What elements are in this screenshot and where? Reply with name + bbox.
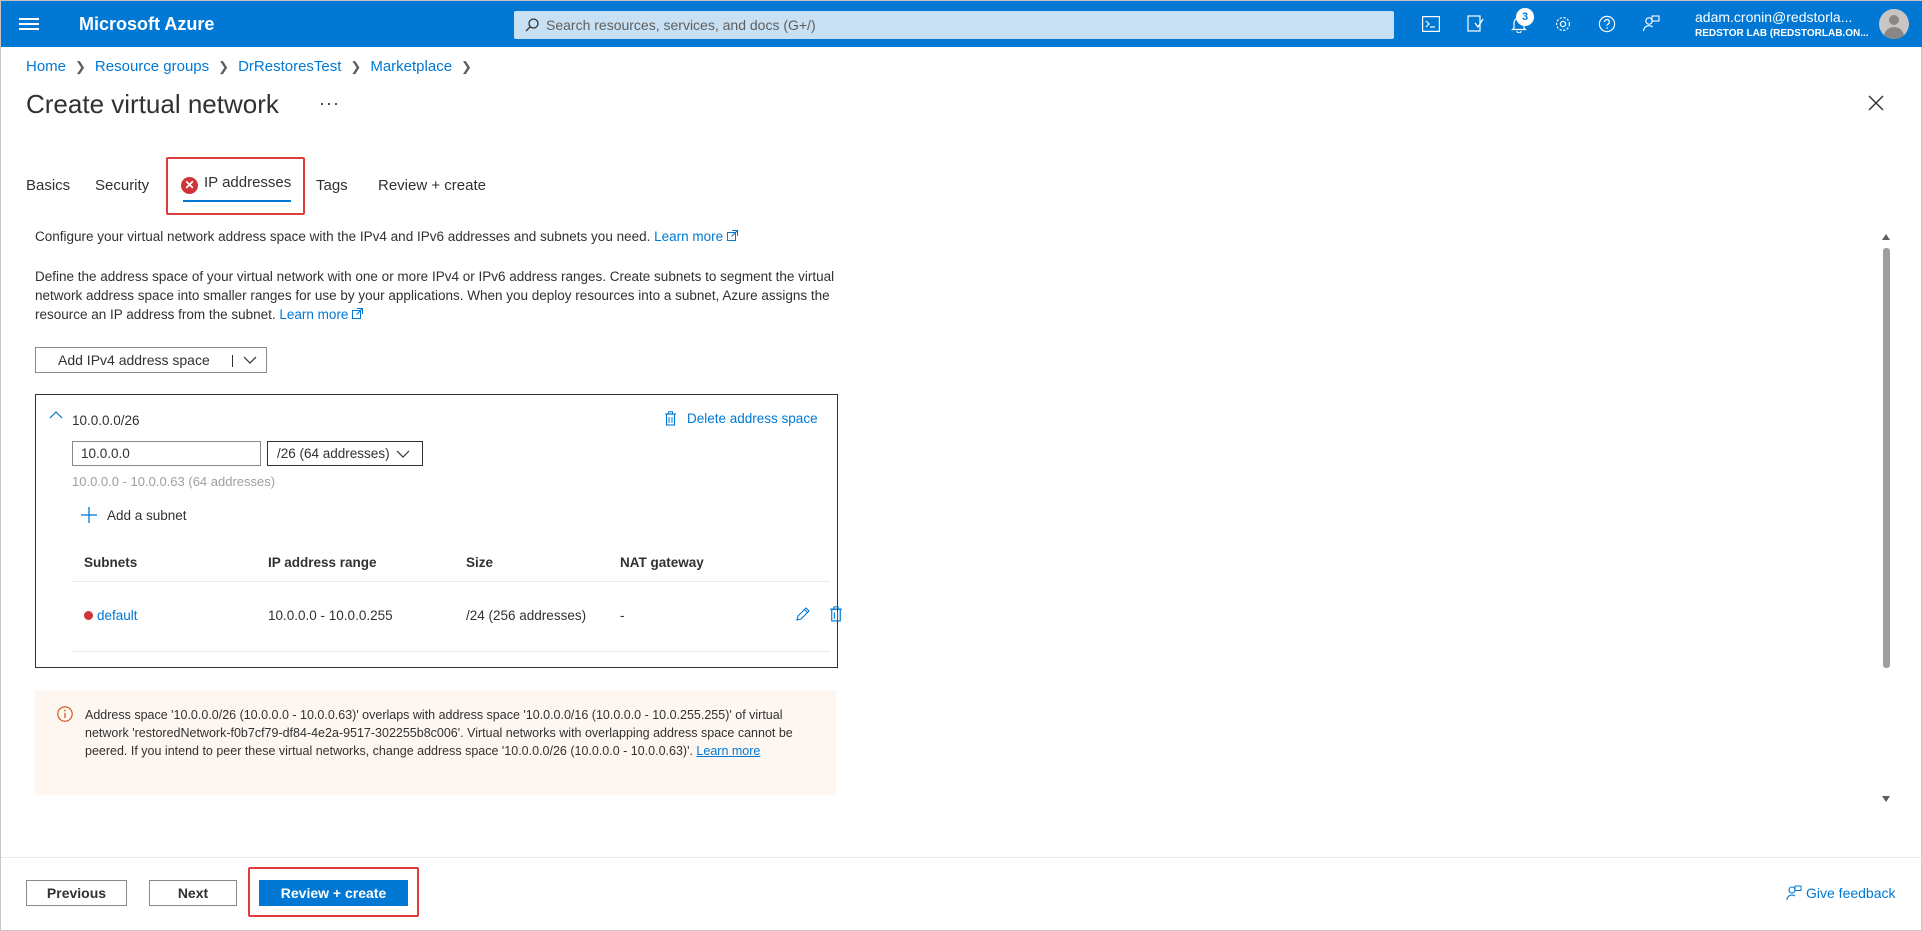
add-subnet-button[interactable]: Add a subnet: [81, 507, 187, 523]
add-ipv4-address-space-button[interactable]: Add IPv4 address space: [35, 347, 267, 373]
subnet-name-link[interactable]: default: [97, 608, 138, 623]
page-title: Create virtual network: [26, 89, 279, 119]
column-header-subnets: Subnets: [84, 555, 138, 570]
warning-text: Address space '10.0.0.0/26 (10.0.0.0 - 1…: [85, 706, 825, 760]
give-feedback-label: Give feedback: [1806, 885, 1896, 901]
intro-paragraph-text: Define the address space of your virtual…: [35, 269, 835, 322]
row-divider: [72, 651, 830, 652]
chevron-right-icon: ❯: [75, 58, 86, 74]
account-org: REDSTOR LAB (REDSTORLAB.ON...: [1695, 28, 1869, 39]
search-icon: [525, 18, 539, 32]
chevron-down-icon[interactable]: [243, 355, 257, 365]
settings-gear-icon[interactable]: [1551, 12, 1575, 36]
breadcrumb-resource-group[interactable]: DrRestoresTest: [238, 58, 341, 75]
info-icon: [57, 706, 73, 722]
help-icon[interactable]: [1595, 12, 1619, 36]
vertical-scrollbar-thumb[interactable]: [1883, 248, 1890, 668]
feedback-icon: [1786, 885, 1802, 901]
close-icon[interactable]: [1866, 93, 1886, 113]
address-space-title: 10.0.0.0/26: [72, 413, 140, 428]
chevron-down-icon: [396, 450, 410, 458]
cidr-size-select[interactable]: /26 (64 addresses): [267, 441, 423, 466]
trash-icon[interactable]: [828, 606, 844, 622]
add-subnet-label: Add a subnet: [107, 507, 187, 523]
intro-text: Configure your virtual network address s…: [35, 229, 651, 244]
more-options-icon[interactable]: ···: [319, 93, 340, 114]
error-icon: [84, 611, 93, 620]
edit-pencil-icon[interactable]: [795, 606, 811, 622]
header-divider: [72, 581, 830, 582]
scroll-up-arrow-icon[interactable]: [1881, 233, 1891, 241]
highlight-box-tab: [166, 157, 305, 215]
subnet-nat-cell: -: [620, 608, 625, 623]
breadcrumb: Home ❯ Resource groups ❯ DrRestoresTest …: [26, 58, 481, 75]
delete-address-space-label: Delete address space: [687, 411, 818, 426]
address-space-card: 10.0.0.0/26 Delete address space /26 (64…: [35, 394, 842, 668]
highlight-box-review: [248, 867, 419, 917]
cidr-size-value: /26 (64 addresses): [277, 446, 390, 461]
scroll-down-arrow-icon[interactable]: [1881, 795, 1891, 803]
external-link-icon: [352, 308, 364, 319]
column-header-ip-range: IP address range: [268, 555, 377, 570]
feedback-person-icon[interactable]: [1639, 12, 1663, 36]
chevron-right-icon: ❯: [350, 58, 362, 74]
intro-paragraph: Define the address space of your virtual…: [35, 267, 845, 324]
menu-icon[interactable]: [19, 15, 39, 33]
cloud-shell-icon[interactable]: [1419, 12, 1443, 36]
tab-security[interactable]: Security: [95, 177, 149, 194]
subnet-size-cell: /24 (256 addresses): [466, 608, 587, 623]
add-space-label: Add IPv4 address space: [58, 352, 210, 368]
learn-more-link[interactable]: Learn more: [654, 229, 739, 244]
split-divider: [232, 355, 233, 367]
breadcrumb-home[interactable]: Home: [26, 58, 66, 75]
breadcrumb-marketplace[interactable]: Marketplace: [370, 58, 452, 75]
warning-learn-more-link[interactable]: Learn more: [696, 744, 760, 758]
trash-icon: [665, 411, 676, 426]
previous-button[interactable]: Previous: [26, 880, 127, 906]
column-header-nat-gateway: NAT gateway: [620, 555, 704, 570]
next-button[interactable]: Next: [149, 880, 237, 906]
footer-divider: [1, 857, 1922, 858]
tab-tags[interactable]: Tags: [316, 177, 348, 194]
plus-icon: [81, 507, 97, 523]
account-email: adam.cronin@redstorla...: [1695, 9, 1853, 25]
tab-review-create[interactable]: Review + create: [378, 177, 486, 194]
address-space-ip-input[interactable]: [72, 441, 261, 466]
delete-address-space-button[interactable]: Delete address space: [664, 411, 818, 426]
give-feedback-link[interactable]: Give feedback: [1786, 885, 1896, 901]
tab-basics[interactable]: Basics: [26, 177, 70, 194]
external-link-icon: [727, 230, 739, 241]
chevron-right-icon: ❯: [218, 58, 230, 74]
directory-filter-icon[interactable]: [1463, 12, 1487, 36]
column-header-size: Size: [466, 555, 494, 570]
brand-title[interactable]: Microsoft Azure: [79, 14, 214, 35]
portal-frame: Microsoft Azure 3 adam.cronin@redstorla.…: [0, 0, 1922, 931]
notification-count-badge: 3: [1516, 8, 1534, 26]
search-input[interactable]: [546, 11, 1386, 39]
address-range-hint: 10.0.0.0 - 10.0.0.63 (64 addresses): [72, 474, 276, 489]
intro-section: Configure your virtual network address s…: [35, 227, 845, 324]
account-menu[interactable]: adam.cronin@redstorla... REDSTOR LAB (RE…: [1695, 9, 1875, 39]
subnet-range-cell: 10.0.0.0 - 10.0.0.255: [268, 608, 393, 623]
subnet-name-cell: default: [84, 608, 138, 623]
global-search[interactable]: [514, 11, 1394, 39]
breadcrumb-resource-groups[interactable]: Resource groups: [95, 58, 209, 75]
avatar[interactable]: [1879, 9, 1909, 39]
intro-line: Configure your virtual network address s…: [35, 227, 845, 246]
warning-message: Address space '10.0.0.0/26 (10.0.0.0 - 1…: [85, 708, 793, 758]
learn-more-link-2[interactable]: Learn more: [279, 307, 364, 322]
overlap-warning-banner: Address space '10.0.0.0/26 (10.0.0.0 - 1…: [35, 690, 836, 795]
top-bar: Microsoft Azure 3 adam.cronin@redstorla.…: [1, 1, 1922, 47]
chevron-right-icon: ❯: [461, 58, 472, 74]
chevron-up-icon[interactable]: [49, 410, 63, 420]
